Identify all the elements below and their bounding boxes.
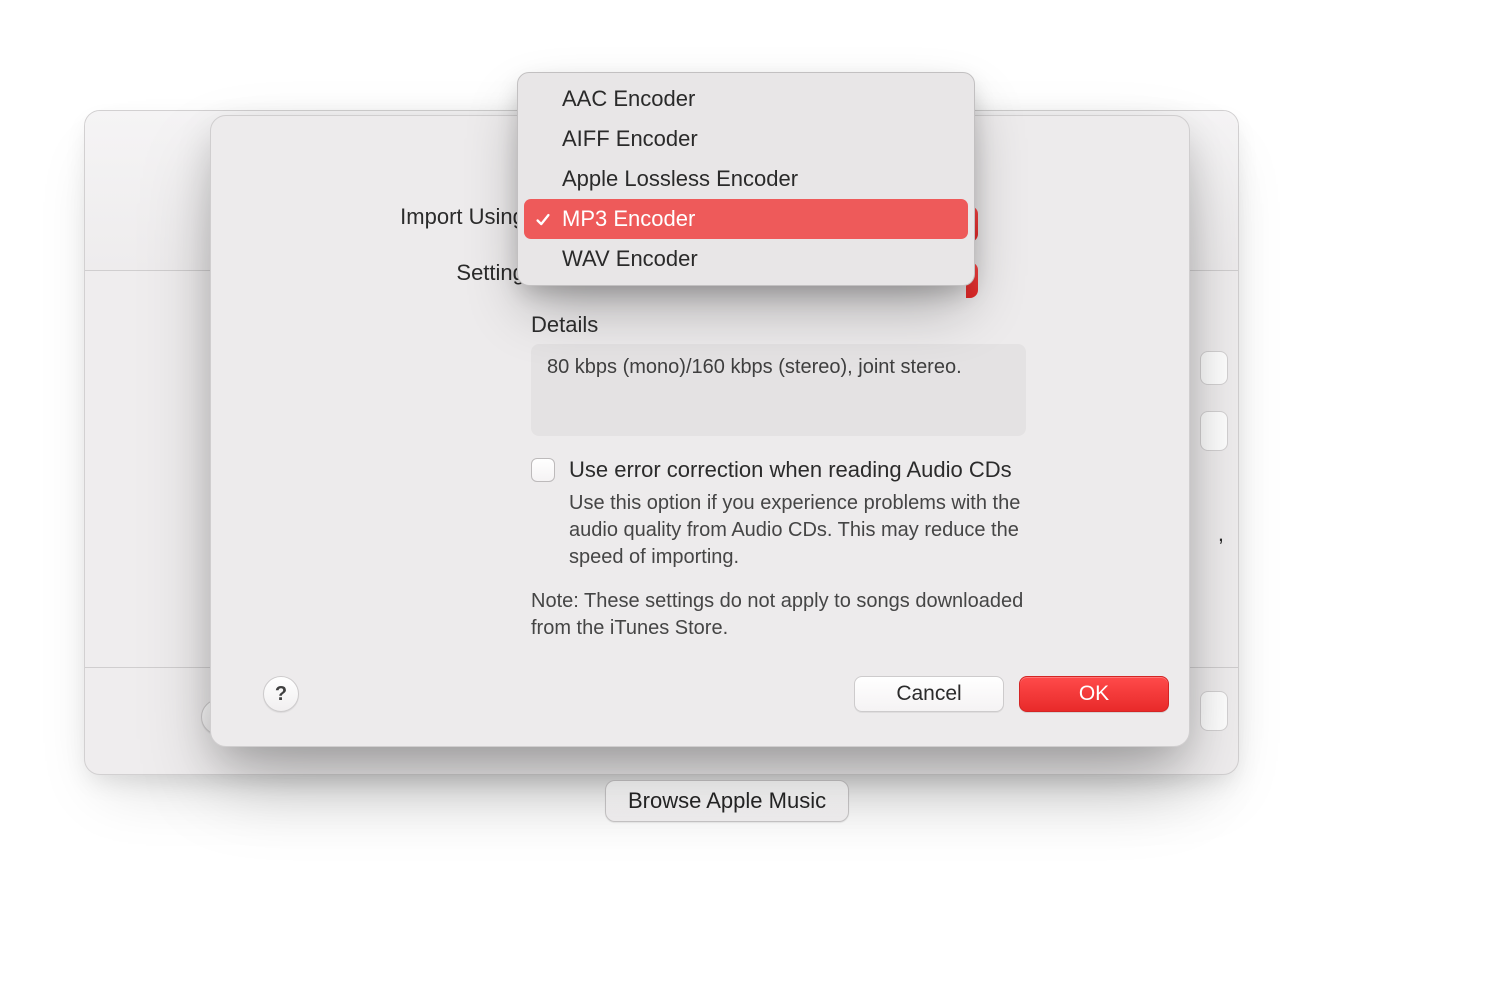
question-mark-icon: ?: [275, 683, 287, 706]
browse-apple-music-button[interactable]: Browse Apple Music: [605, 780, 849, 822]
encoder-option-label: Apple Lossless Encoder: [562, 166, 798, 192]
cancel-button-label: Cancel: [896, 682, 961, 706]
encoder-option[interactable]: AIFF Encoder: [524, 119, 968, 159]
error-correction-description: Use this option if you experience proble…: [569, 490, 1069, 571]
encoder-option[interactable]: AAC Encoder: [524, 79, 968, 119]
encoder-option[interactable]: WAV Encoder: [524, 239, 968, 279]
parent-right-control-3[interactable]: [1200, 691, 1228, 731]
encoder-option[interactable]: Apple Lossless Encoder: [524, 159, 968, 199]
details-box: 80 kbps (mono)/160 kbps (stereo), joint …: [531, 344, 1026, 436]
parent-right-comma: ,: [1218, 521, 1224, 547]
setting-label: Setting:: [231, 260, 531, 286]
encoder-option-label: MP3 Encoder: [562, 206, 695, 232]
parent-right-control-1[interactable]: [1200, 351, 1228, 385]
import-using-menu[interactable]: AAC Encoder AIFF Encoder Apple Lossless En…: [517, 72, 975, 286]
ok-button[interactable]: OK: [1019, 676, 1169, 712]
encoder-option-label: AAC Encoder: [562, 86, 695, 112]
browse-apple-music-label: Browse Apple Music: [628, 788, 826, 814]
cancel-button[interactable]: Cancel: [854, 676, 1004, 712]
error-correction-label[interactable]: Use error correction when reading Audio …: [569, 456, 1012, 484]
checkmark-icon: [534, 209, 554, 229]
error-correction-checkbox[interactable]: [531, 458, 555, 482]
dialog-help-button[interactable]: ?: [263, 676, 299, 712]
import-using-label: Import Using:: [231, 204, 531, 230]
encoder-option[interactable]: MP3 Encoder: [524, 199, 968, 239]
encoder-option-label: WAV Encoder: [562, 246, 698, 272]
note-text: Note: These settings do not apply to son…: [531, 588, 1031, 642]
ok-button-label: OK: [1079, 682, 1109, 706]
details-label: Details: [531, 312, 598, 338]
encoder-option-label: AIFF Encoder: [562, 126, 698, 152]
details-text: 80 kbps (mono)/160 kbps (stereo), joint …: [547, 356, 962, 378]
parent-right-control-2[interactable]: [1200, 411, 1228, 451]
